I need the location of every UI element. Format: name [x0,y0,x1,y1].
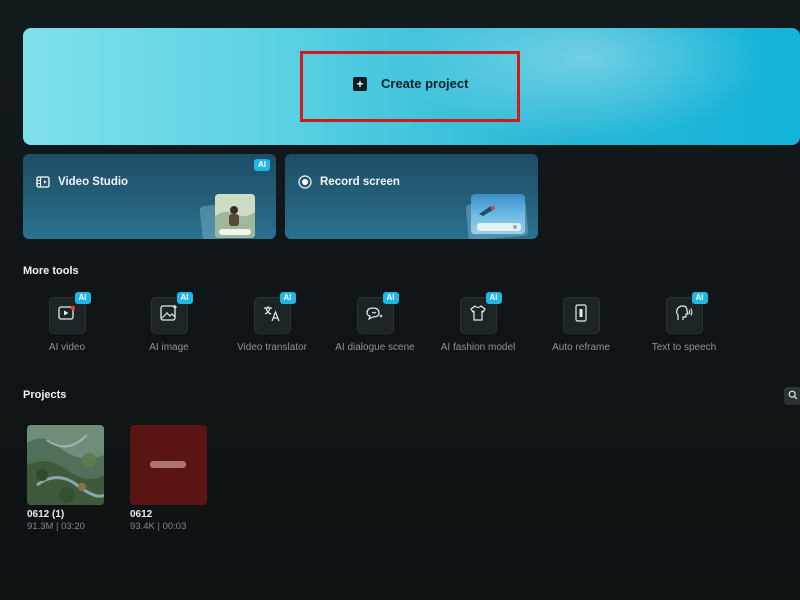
plus-icon: + [353,76,367,91]
more-tools-title: More tools [23,265,79,277]
search-button[interactable] [784,387,800,405]
tool-ai-image[interactable]: AI AI image [114,292,224,353]
project-meta: 91.3M | 03:20 [27,521,85,532]
tool-video-translator[interactable]: AI Video translator [217,292,327,353]
project-thumbnail [130,425,207,505]
project-thumbnail [27,425,104,505]
ai-image-icon [160,304,178,327]
speech-icon [675,304,693,327]
search-icon [788,387,798,405]
tool-auto-reframe[interactable]: Auto reframe [526,297,636,353]
shirt-icon [469,304,487,327]
ai-video-icon [58,305,76,326]
project-name: 0612 [130,509,153,520]
tool-ai-dialogue-scene[interactable]: AI AI dialogue scene [320,292,430,353]
ai-badge: AI [279,292,296,304]
project-name: 0612 (1) [27,509,65,520]
project-meta: 93.4K | 00:03 [130,521,187,532]
tool-label: AI dialogue scene [335,342,415,353]
video-studio-card[interactable]: Video Studio AI [23,154,276,239]
create-project-button[interactable]: + Create project [353,76,468,91]
create-project-label: Create project [381,76,469,91]
create-project-banner[interactable]: + Create project [23,28,800,145]
tool-label: Video translator [237,342,307,353]
ai-badge: AI [485,292,502,304]
tool-label: Auto reframe [552,342,610,353]
project-card[interactable]: 0612 93.4K | 00:03 [130,425,208,532]
record-icon [298,175,312,189]
record-screen-card[interactable]: Record screen [285,154,538,239]
tool-label: AI image [149,342,189,353]
tool-label: AI video [48,342,86,353]
tool-ai-video[interactable]: AI AI video [12,292,122,353]
video-studio-label: Video Studio [58,176,129,188]
reframe-icon [574,304,588,327]
ai-badge: AI [254,159,270,171]
tool-ai-fashion-model[interactable]: AI AI fashion model [423,292,533,353]
projects-title: Projects [23,389,67,401]
ai-badge: AI [74,292,91,304]
dialogue-icon [365,305,385,326]
ai-badge: AI [382,292,399,304]
ai-badge: AI [691,292,708,304]
translate-icon [263,304,281,327]
ai-badge: AI [176,292,193,304]
tool-text-to-speech[interactable]: AI Text to speech [629,292,739,353]
tool-label: Text to speech [651,342,717,353]
film-icon [36,175,50,189]
project-card[interactable]: 0612 (1) 91.3M | 03:20 [27,425,105,532]
tool-label: AI fashion model [440,342,516,353]
record-screen-label: Record screen [320,176,400,188]
